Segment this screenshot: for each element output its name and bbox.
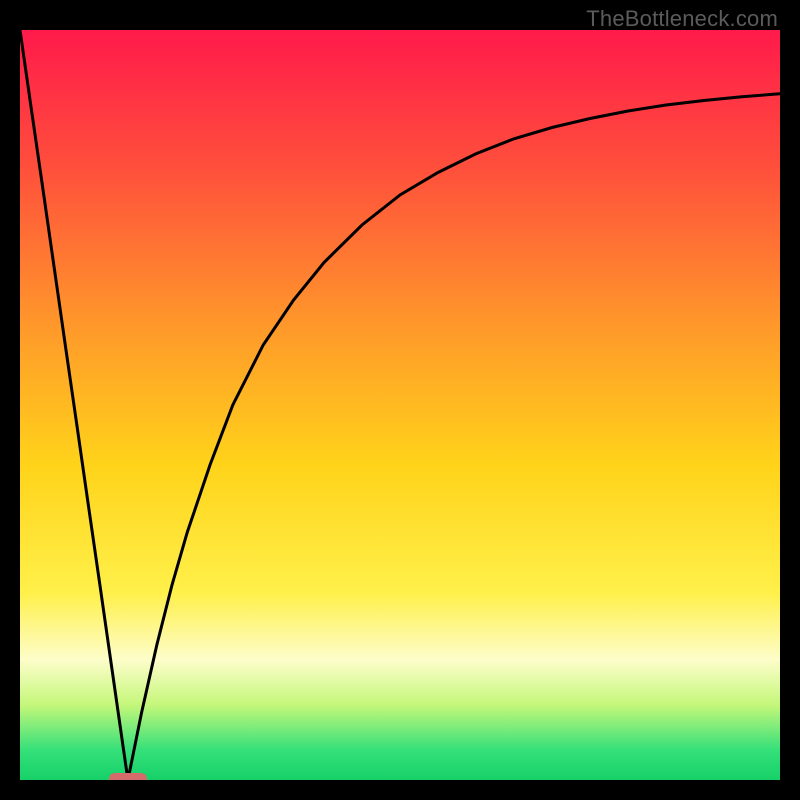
min-marker — [109, 773, 147, 781]
frame: TheBottleneck.com — [0, 0, 800, 800]
watermark-text: TheBottleneck.com — [586, 6, 778, 32]
curves-layer — [20, 30, 780, 780]
plot-area — [20, 30, 780, 780]
right-branch-curve — [128, 94, 780, 780]
left-branch-curve — [20, 30, 128, 780]
